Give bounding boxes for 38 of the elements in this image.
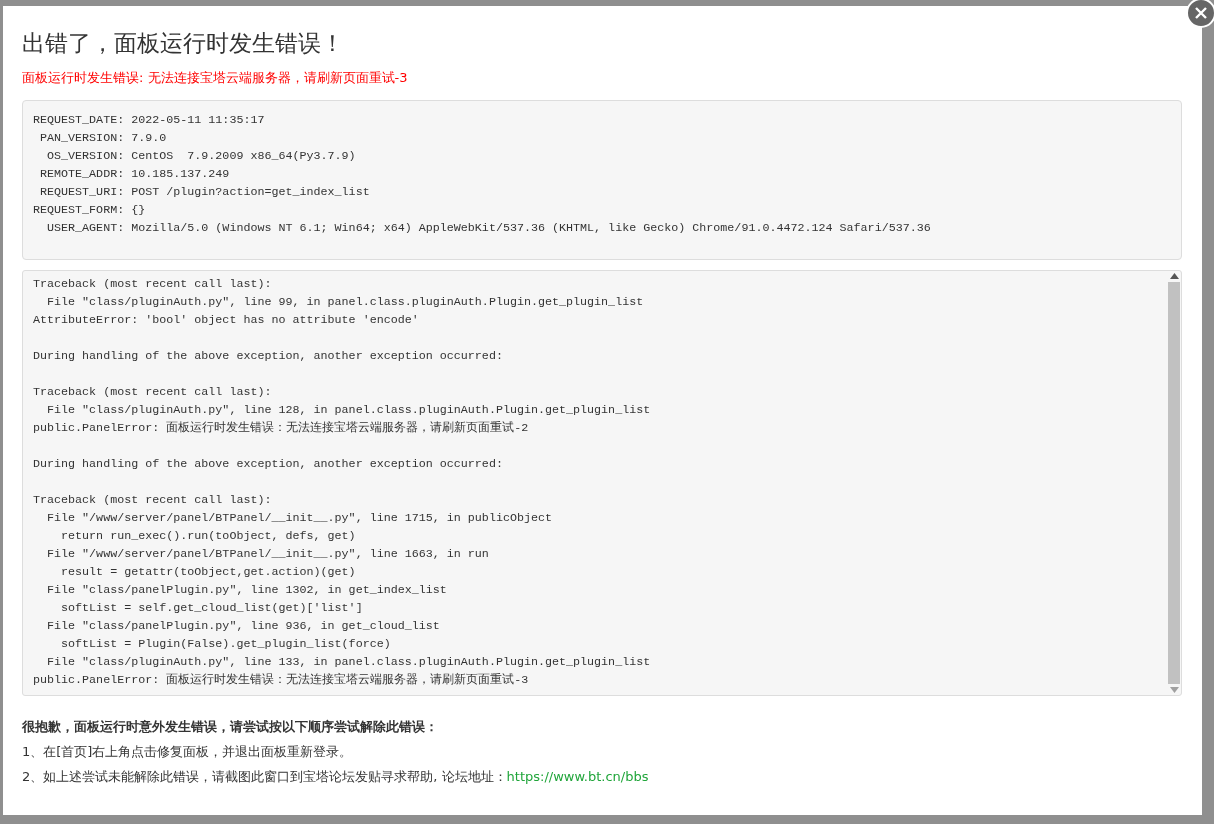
scrollbar-thumb[interactable]: [1168, 281, 1180, 684]
code-line: USER_AGENT: Mozilla/5.0 (Windows NT 6.1; Win64; x64) AppleWebKit/537.36 (KHTML, like Gecko) Chrome/91.0.4472.124 Safari/537.36: [46, 219, 932, 237]
code-line: File "class/pluginAuth.py", line 128, in panel.class.pluginAuth.Plugin.get_plugin_list: [46, 401, 652, 419]
code-line: Traceback (most recent call last):: [33, 491, 273, 509]
code-line: File "/www/server/panel/BTPanel/__init__.py", line 1715, in publicObject: [46, 509, 553, 527]
code-line: softList = Plugin(False).get_plugin_list(force): [60, 635, 392, 653]
help-step: 1、在[首页]右上角点击修复面板，并退出面板重新登录。: [22, 738, 1182, 764]
close-icon: [1194, 6, 1208, 20]
help-step: 2、如上述尝试未能解除此错误，请截图此窗口到宝塔论坛发贴寻求帮助, 论坛地址：: [22, 768, 507, 784]
close-button[interactable]: [1186, 0, 1214, 28]
scroll-up-icon[interactable]: [1169, 272, 1179, 279]
code-line: During handling of the above exception, another exception occurred:: [33, 347, 504, 365]
code-line: REQUEST_URI: POST /plugin?action=get_index_list: [39, 183, 371, 201]
code-line: return run_exec().run(toObject, defs, get): [60, 527, 357, 545]
code-line: Traceback (most recent call last):: [33, 383, 273, 401]
code-line: During handling of the above exception, another exception occurred:: [33, 455, 504, 473]
scrollbar[interactable]: [1167, 270, 1181, 695]
code-line: File "class/panelPlugin.py", line 936, in get_cloud_list: [46, 617, 441, 635]
code-line: File "class/panelPlugin.py", line 1302, in get_index_list: [46, 581, 448, 599]
code-line: OS_VERSION: CentOS 7.9.2009 x86_64(Py3.7.9): [46, 147, 357, 165]
scroll-down-icon[interactable]: [1169, 686, 1179, 693]
code-line: AttributeError: 'bool' object has no attribute 'encode': [33, 311, 420, 329]
dialog-title: 出错了，面板运行时发生错误！: [22, 29, 345, 58]
code-line: softList = self.get_cloud_list(get)['list']: [60, 599, 364, 617]
code-line: result = getattr(toObject,get.action)(get): [60, 563, 357, 581]
code-line: Traceback (most recent call last):: [33, 275, 273, 293]
help-heading: 很抱歉，面板运行时意外发生错误，请尝试按以下顺序尝试解除此错误：: [22, 717, 439, 736]
error-message: 面板运行时发生错误: 无法连接宝塔云端服务器，请刷新页面重试-3: [22, 69, 409, 87]
code-line: File "/www/server/panel/BTPanel/__init__.py", line 1663, in run: [46, 545, 490, 563]
code-line: File "class/pluginAuth.py", line 99, in panel.class.pluginAuth.Plugin.get_plugin_list: [46, 293, 645, 311]
code-line: public.PanelError: 面板运行时发生错误：无法连接宝塔云端服务器，请刷新页面重试-3: [33, 671, 530, 689]
forum-link[interactable]: https://www.bt.cn/bbs: [506, 768, 649, 784]
code-line: File "class/pluginAuth.py", line 133, in panel.class.pluginAuth.Plugin.get_plugin_list: [46, 653, 652, 671]
code-line: REQUEST_DATE: 2022-05-11 11:35:17: [33, 111, 266, 129]
code-line: REMOTE_ADDR: 10.185.137.249: [39, 165, 231, 183]
code-line: PAN_VERSION: 7.9.0: [39, 129, 168, 147]
code-line: public.PanelError: 面板运行时发生错误：无法连接宝塔云端服务器，请刷新页面重试-2: [33, 419, 530, 437]
code-line: REQUEST_FORM: {}: [33, 201, 147, 219]
